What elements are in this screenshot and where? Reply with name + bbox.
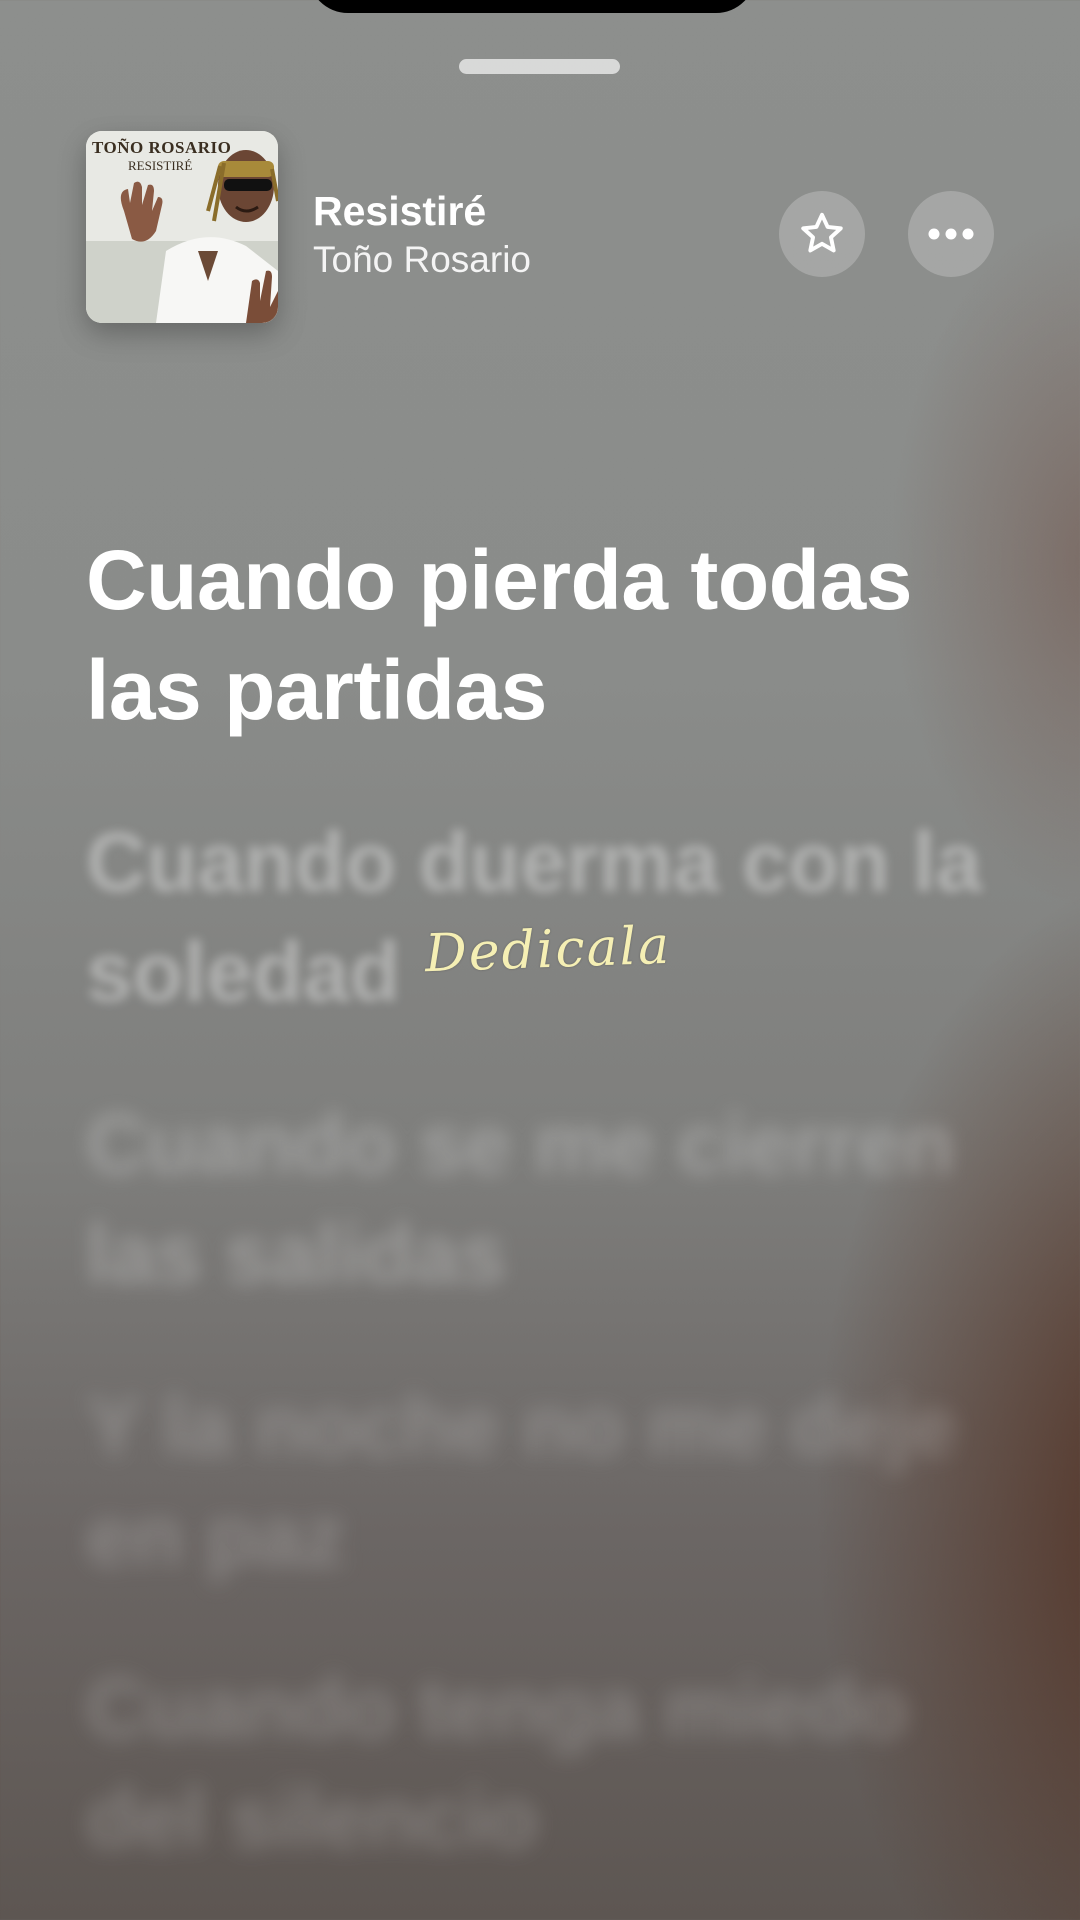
now-playing-header: TOÑO ROSARIO RESISTIRÉ Resistiré Toño Ro… (86, 131, 996, 323)
ellipsis-icon (928, 228, 974, 240)
album-art-title: TOÑO ROSARIO (92, 138, 232, 157)
status-notch (308, 0, 756, 13)
lyric-line[interactable]: Cuando tenga miedo del silencio (86, 1653, 986, 1873)
more-options-button[interactable] (908, 191, 994, 277)
lyric-line-current[interactable]: Cuando pierda todas las partidas (86, 525, 986, 745)
song-title: Resistiré (313, 188, 487, 234)
album-art-subtitle: RESISTIRÉ (128, 158, 193, 173)
lyric-line[interactable]: Y la noche no me deje en paz (86, 1371, 986, 1591)
lyric-line[interactable]: Cuando se me cierren las salidas (86, 1089, 986, 1309)
song-info[interactable]: Resistiré Toño Rosario (313, 187, 531, 283)
song-artist[interactable]: Toño Rosario (313, 237, 531, 283)
favorite-button[interactable] (779, 191, 865, 277)
album-art[interactable]: TOÑO ROSARIO RESISTIRÉ (86, 131, 278, 323)
handwritten-overlay-text: Dedicala (424, 915, 673, 985)
lyrics-list: Cuando pierda todas las partidas Cuando … (86, 525, 986, 1920)
lyric-line[interactable]: Cuando duerma con la soledad (86, 807, 986, 1027)
star-icon (801, 212, 843, 253)
sheet-grabber-handle[interactable] (459, 59, 620, 74)
